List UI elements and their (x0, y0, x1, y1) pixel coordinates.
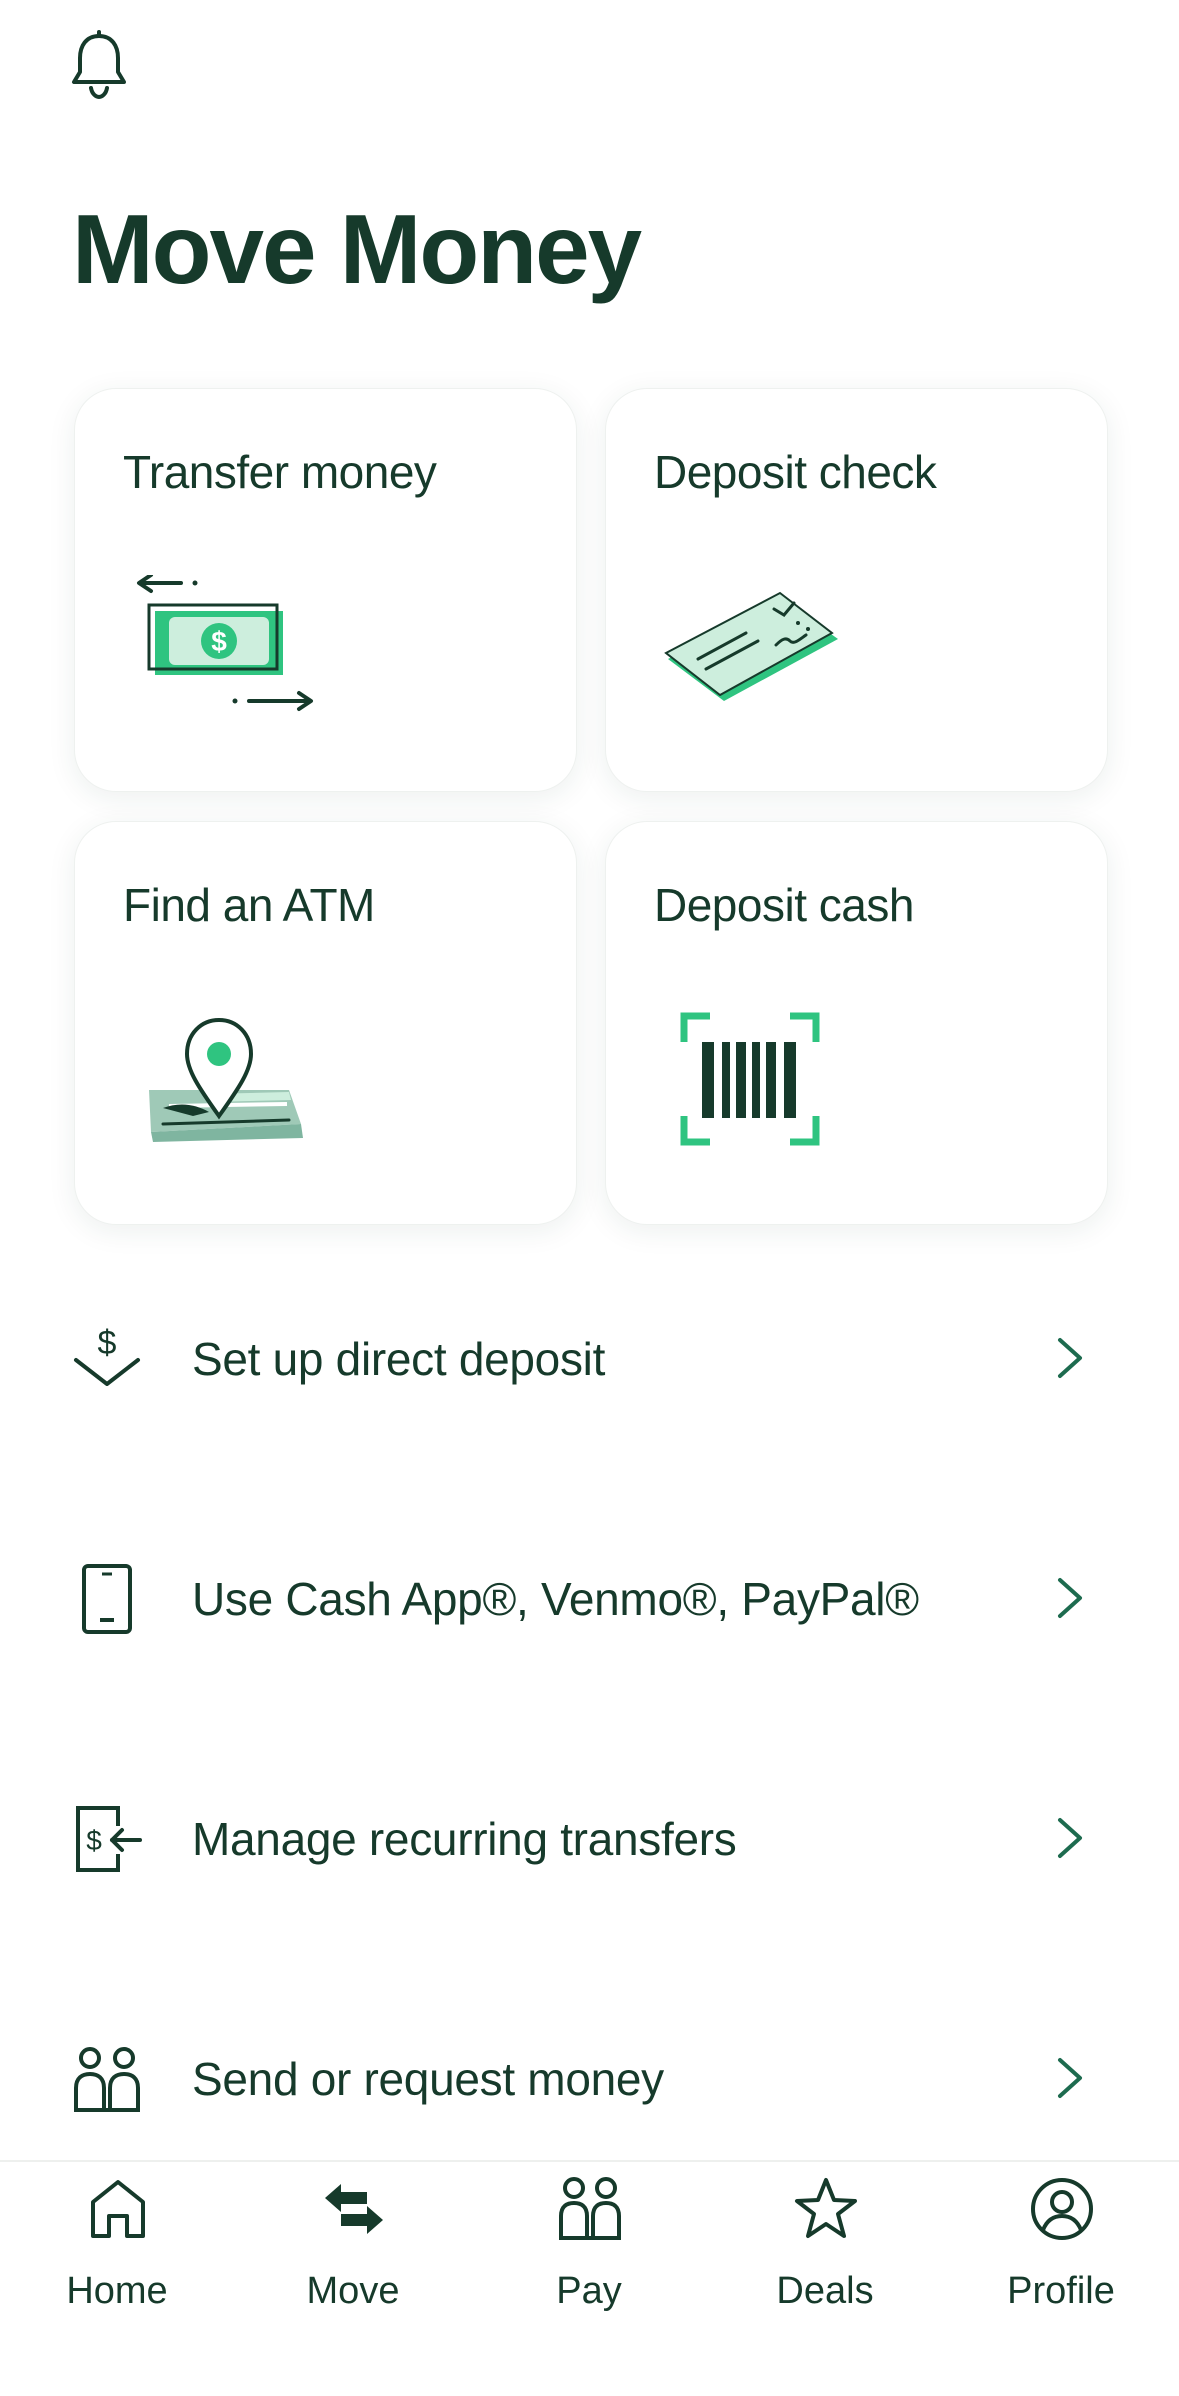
chevron-right-icon (1058, 2058, 1082, 2098)
transfer-money-card[interactable]: Transfer money $ (74, 388, 577, 792)
svg-text:$: $ (211, 626, 227, 657)
map-pin-illustration (149, 1017, 303, 1142)
find-atm-card[interactable]: Find an ATM (74, 821, 577, 1225)
check-illustration (664, 591, 838, 701)
recurring-transfers-row[interactable]: $ Manage recurring transfers (0, 1768, 1179, 1908)
row-label: Use Cash App®, Venmo®, PayPal® (192, 1573, 919, 1625)
pay-people-icon (559, 2177, 621, 2240)
tab-label: Profile (1007, 2270, 1115, 2312)
home-icon (91, 2180, 145, 2238)
tab-label: Deals (776, 2270, 874, 2312)
row-label: Set up direct deposit (192, 1333, 606, 1385)
tab-label: Home (66, 2270, 168, 2312)
transfer-money-illustration: $ (137, 575, 313, 711)
card-label: Transfer money (123, 446, 437, 498)
star-icon (795, 2178, 857, 2238)
tab-move[interactable]: Move (253, 2176, 453, 2336)
svg-text:$: $ (98, 1324, 117, 1362)
row-label: Send or request money (192, 2053, 664, 2105)
row-label: Manage recurring transfers (192, 1813, 737, 1865)
direct-deposit-row[interactable]: $ Set up direct deposit (0, 1288, 1179, 1428)
tab-label: Pay (556, 2270, 622, 2312)
send-request-money-row[interactable]: Send or request money (0, 2008, 1179, 2148)
recurring-transfer-icon: $ (76, 1806, 142, 1872)
direct-deposit-icon: $ (74, 1324, 140, 1386)
chevron-right-icon (1058, 1818, 1082, 1858)
phone-icon (82, 1564, 132, 1634)
bell-icon[interactable] (68, 30, 130, 102)
tab-deals[interactable]: Deals (725, 2176, 925, 2336)
profile-icon (1031, 2178, 1093, 2240)
move-arrows-icon (325, 2184, 383, 2234)
deposit-cash-card[interactable]: Deposit cash (605, 821, 1108, 1225)
tab-pay[interactable]: Pay (489, 2176, 689, 2336)
svg-text:$: $ (86, 1825, 102, 1856)
chevron-right-icon (1058, 1578, 1082, 1618)
card-label: Deposit check (654, 446, 937, 498)
barcode-illustration (680, 1012, 820, 1146)
page-title: Move Money (72, 194, 642, 304)
deposit-check-card[interactable]: Deposit check (605, 388, 1108, 792)
card-label: Deposit cash (654, 879, 914, 931)
tab-profile[interactable]: Profile (961, 2176, 1161, 2336)
bottom-tab-bar: Home Move Pay Deals Profile (0, 2160, 1179, 2396)
people-icon (74, 2047, 140, 2112)
cash-app-venmo-paypal-row[interactable]: Use Cash App®, Venmo®, PayPal® (0, 1528, 1179, 1668)
chevron-right-icon (1058, 1338, 1082, 1378)
tab-label: Move (306, 2270, 400, 2312)
tab-home[interactable]: Home (17, 2176, 217, 2336)
card-label: Find an ATM (123, 879, 375, 931)
